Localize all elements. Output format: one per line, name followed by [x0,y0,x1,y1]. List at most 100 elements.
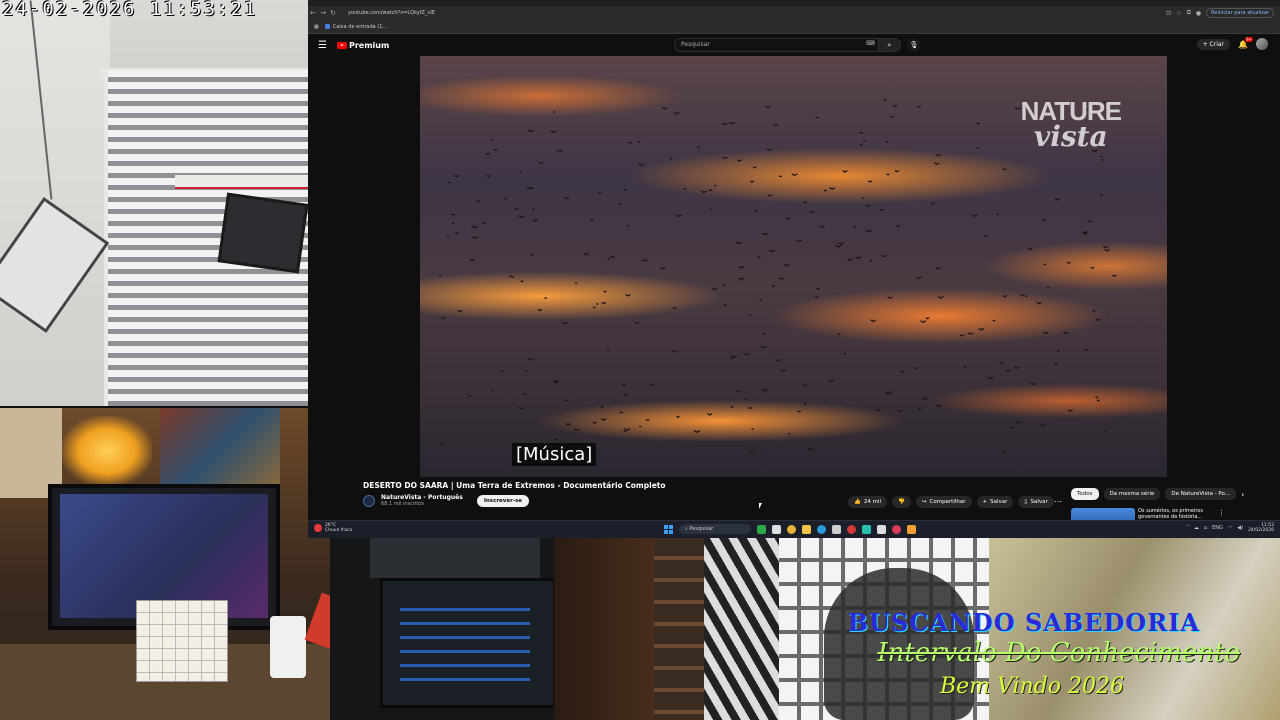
bird [935,153,942,157]
bell-icon[interactable]: 🔔 9+ [1238,36,1253,49]
search-button[interactable]: ⌕ [879,38,901,52]
bird [1026,247,1033,251]
bird [897,409,904,413]
more-actions-icon[interactable]: ⋯ [1054,497,1062,506]
back-icon[interactable]: ← [308,9,318,17]
video-actions: 👍 24 mil 👎 ↪ Compartilhar + Salvar ▯ Salvar [848,496,1054,508]
recommendation-title[interactable]: Os sumérios, os primeiros governantes da… [1138,508,1208,520]
store-icon[interactable] [832,524,841,534]
bird [754,209,758,212]
windows-start-icon[interactable] [664,524,673,534]
bird [711,287,718,291]
bird [896,224,901,228]
wifi-icon[interactable]: ◠ [1228,525,1232,531]
app-icon-7[interactable] [907,524,916,534]
app-icon-2[interactable] [772,524,781,534]
chrome-icon[interactable] [787,524,796,534]
network-icon[interactable]: ⌂ [1204,525,1207,531]
bookmark-item[interactable]: Caixa de entrada (1... [324,24,387,30]
video-player[interactable]: NATURE vista [Música] [420,56,1167,477]
app-icon-4[interactable] [862,524,871,534]
bird [583,252,590,256]
subscribe-button[interactable]: Inscrever-se [476,494,530,507]
update-button[interactable]: Reiniciar para atualizar [1206,8,1274,18]
volume-icon[interactable]: ◀) [1237,525,1243,531]
bird [597,191,602,194]
bird [1015,421,1022,424]
bird [1056,349,1061,352]
bird [930,202,936,205]
bird [729,121,736,125]
system-clock[interactable]: 11:53 24/02/2026 [1248,523,1274,533]
bird [730,406,734,409]
bird [978,327,985,331]
bird [814,296,819,299]
chevron-up-icon[interactable]: ˄ [1186,525,1189,531]
address-bar: ← → ↻ youtube.com/watch?v=LQkyfZ_vIE ⊡ ☆… [308,6,1280,20]
weather-widget[interactable]: 26°C Chuva fraca [314,523,352,533]
bird [1082,230,1089,234]
save-to-playlist-button[interactable]: + Salvar [976,496,1014,508]
bird [771,285,776,288]
like-button[interactable]: 👍 24 mil [848,496,888,508]
app-icon-3[interactable] [847,524,856,534]
bird [627,141,633,144]
reload-icon[interactable]: ↻ [328,9,338,17]
avatar[interactable] [1256,38,1268,50]
bird [514,207,519,211]
menu-icon[interactable]: ☰ [318,40,327,51]
bird [527,129,534,133]
bird [562,321,568,325]
profile-icon[interactable]: ● [1196,10,1201,17]
bird [589,218,594,222]
bird [523,393,527,396]
lang-indicator[interactable]: ENG [1212,525,1223,531]
app-icon-5[interactable] [877,524,886,534]
bird [504,197,508,200]
edge-icon[interactable] [817,524,826,534]
create-button[interactable]: + Criar [1196,38,1231,50]
bird [440,443,445,446]
keyboard-icon[interactable]: ⌨ [866,40,875,47]
bird [493,148,498,152]
dislike-button[interactable]: 👎 [892,496,911,508]
app-icon-1[interactable] [757,524,766,534]
search-input[interactable]: Pesquisar [674,38,879,52]
file-explorer-icon[interactable] [802,524,811,534]
chip-channel[interactable]: De NatureVista - Po... [1165,488,1237,500]
bird [553,111,557,113]
bird [518,215,525,219]
bird [447,181,452,184]
upper-monitor [370,538,540,578]
channel-name[interactable]: NatureVista - Português [381,494,463,501]
bird [440,316,447,320]
chevron-right-icon[interactable]: › [1241,490,1244,499]
bird [518,406,525,410]
mic-icon[interactable]: 🎙 [907,38,921,52]
bird [1063,331,1069,335]
apps-icon[interactable]: ▦ [314,24,319,30]
url-field[interactable]: youtube.com/watch?v=LQkyfZ_vIE [348,10,435,16]
bird [809,210,815,214]
youtube-logo[interactable]: Premium [336,41,389,50]
bird [842,170,848,173]
chip-all[interactable]: Todos [1071,488,1099,500]
bird [865,229,872,233]
clock-date: 24/02/2026 [1248,528,1274,533]
forward-icon[interactable]: → [318,9,328,17]
bird [683,187,687,190]
bird [1054,197,1061,201]
channel-avatar[interactable] [363,494,375,507]
recommendation-menu-icon[interactable]: ⋮ [1218,509,1225,517]
bird [803,201,807,204]
extensions-icon[interactable]: ⧉ [1187,9,1191,17]
taskbar-search[interactable]: ⌕ Pesquisar [679,524,751,534]
install-icon[interactable]: ⊡ [1166,10,1171,17]
share-button[interactable]: ↪ Compartilhar [915,496,972,508]
app-icon-6[interactable] [892,524,901,534]
save-button[interactable]: ▯ Salvar [1018,496,1054,508]
bird [738,265,745,269]
cloud-icon[interactable]: ☁ [1194,525,1199,531]
star-icon[interactable]: ☆ [1176,10,1181,17]
chip-same-series[interactable]: Da mesma série [1103,488,1161,500]
